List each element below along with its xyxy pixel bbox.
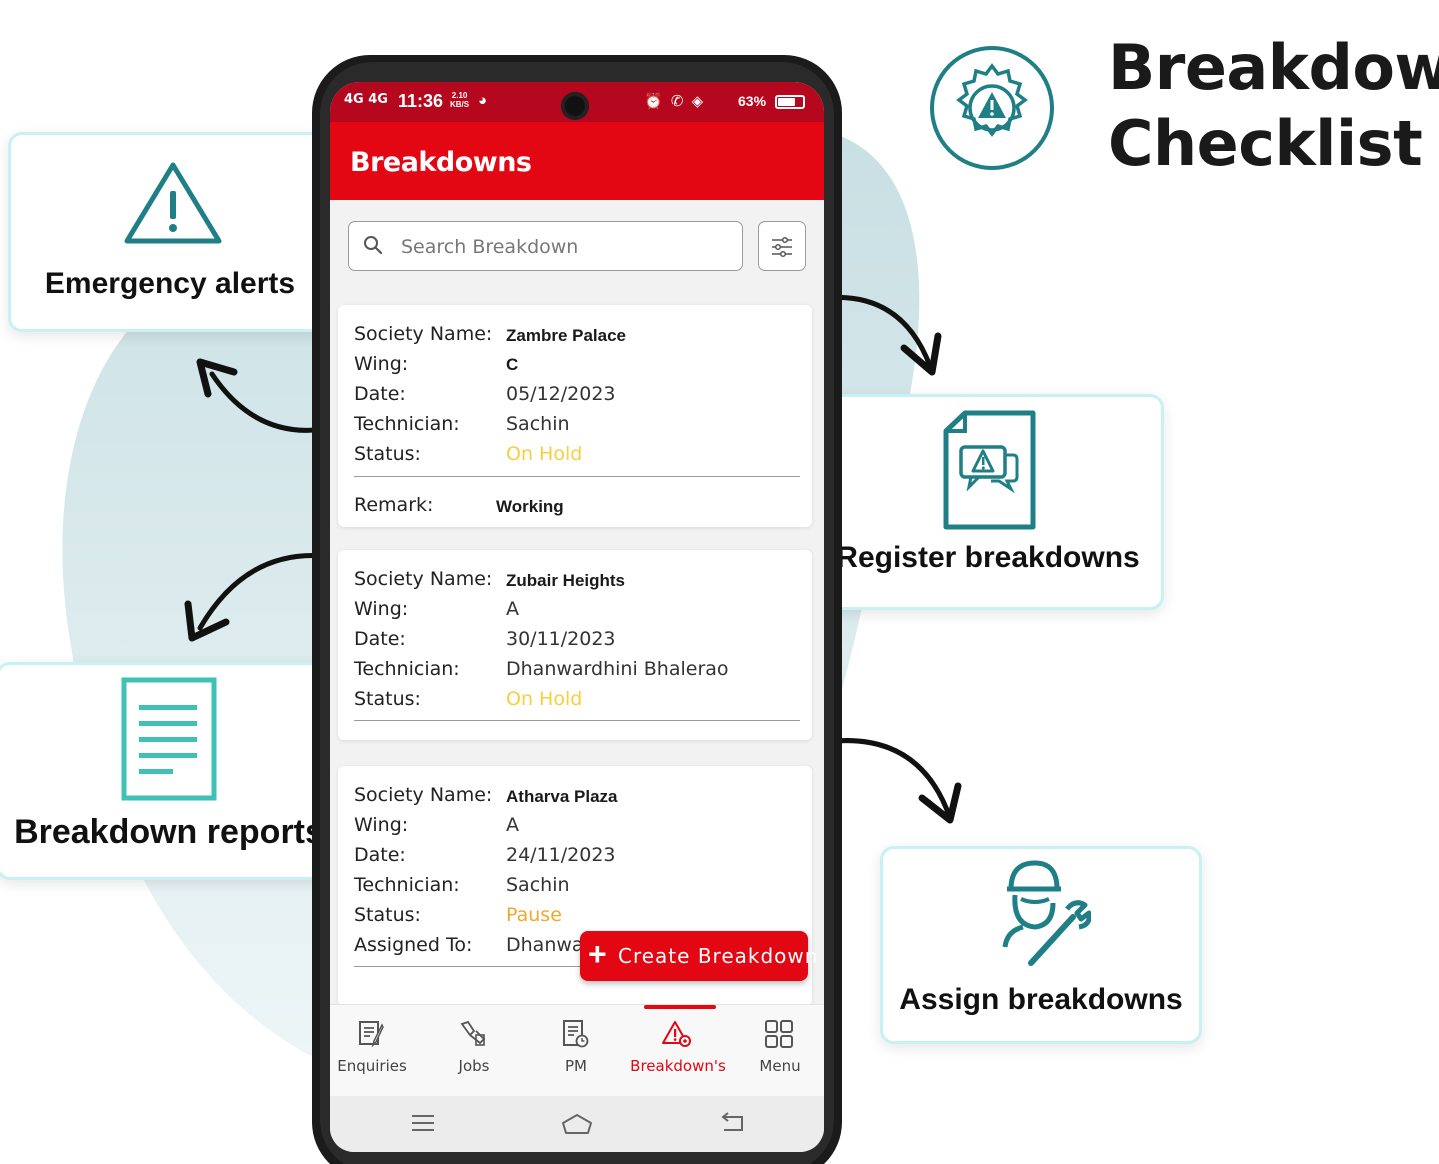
nav-item-pm[interactable]: PM [526, 1005, 626, 1097]
search-input[interactable]: Search Breakdown [348, 221, 743, 271]
card-divider [354, 720, 800, 721]
technician-label: Technician: [354, 658, 460, 680]
pm-icon [563, 1020, 589, 1048]
document-report-icon [121, 677, 217, 801]
society-value: Zambre Palace [506, 326, 627, 345]
date-value: 24/11/2023 [506, 844, 616, 866]
clock: 11:36 [398, 91, 444, 111]
technician-value: Dhanwardhini Bhalerao [506, 658, 729, 680]
society-label: Society Name: [354, 568, 493, 590]
nav-item-menu[interactable]: Menu [730, 1005, 824, 1097]
remark-label: Remark: [354, 494, 434, 516]
nav-item-enquiries[interactable]: Enquiries [330, 1005, 422, 1097]
warning-triangle-icon [124, 162, 222, 244]
society-label: Society Name: [354, 784, 493, 806]
brand-title-line2: Checklist [1108, 107, 1423, 180]
menu-grid-icon [765, 1020, 793, 1048]
home-icon[interactable] [560, 1112, 594, 1136]
assigned-value: Dhanwa [506, 934, 584, 956]
feature-label: Register breakdowns [836, 541, 1140, 574]
plus-icon: + [588, 936, 607, 972]
date-value: 05/12/2023 [506, 383, 616, 405]
recent-apps-icon[interactable] [410, 1112, 436, 1134]
feature-label: Assign breakdowns [899, 983, 1183, 1016]
society-label: Society Name: [354, 323, 493, 345]
wing-value: C [506, 355, 519, 374]
bottom-navigation: Enquiries Jobs PM Breakdown's Menu [330, 1004, 824, 1096]
feature-label: Breakdown reports [14, 813, 324, 851]
feature-card-breakdown-reports: Breakdown reports [0, 662, 342, 880]
back-icon[interactable] [720, 1112, 746, 1134]
card-divider [354, 476, 800, 477]
remark-value: Working [496, 497, 564, 516]
breakdown-list: Search Breakdown Society Name: Zambre Pa… [330, 200, 824, 1006]
brand-title: Breakdown Checklist [1108, 30, 1439, 182]
feature-card-register-breakdowns: Register breakdowns [812, 394, 1164, 610]
wing-value: A [506, 598, 519, 620]
nav-label: Enquiries [337, 1057, 407, 1075]
phone-screen: 4G 4G 11:36 2.10 KB/S ◕ ⏰ ✆ ◈ 63% Breakd… [330, 82, 824, 1152]
wing-label: Wing: [354, 353, 409, 375]
status-icons: ⏰ ✆ ◈ [644, 93, 706, 110]
status-label: Status: [354, 443, 421, 465]
battery-icon [775, 95, 805, 109]
jobs-icon [460, 1020, 486, 1046]
date-label: Date: [354, 383, 406, 405]
technician-wrench-icon [1002, 860, 1091, 966]
status-badge: On Hold [506, 443, 583, 465]
nav-item-breakdowns[interactable]: Breakdown's [628, 1005, 728, 1097]
feature-label: Emergency alerts [44, 267, 296, 300]
status-label: Status: [354, 904, 421, 926]
breakdown-gear-logo-icon [930, 46, 1054, 170]
society-value: Zubair Heights [506, 571, 626, 590]
breakdown-icon [662, 1021, 691, 1047]
page-title: Breakdowns [350, 147, 532, 178]
date-label: Date: [354, 628, 406, 650]
wing-value: A [506, 814, 519, 836]
assigned-label: Assigned To: [354, 934, 473, 956]
nav-item-jobs[interactable]: Jobs [424, 1005, 524, 1097]
create-breakdown-label: Create Breakdown [618, 944, 819, 968]
search-placeholder: Search Breakdown [401, 236, 579, 258]
app-bar: Breakdowns [330, 122, 824, 200]
signal-indicator: 4G 4G [344, 92, 388, 107]
technician-value: Sachin [506, 413, 570, 435]
nav-label: PM [565, 1057, 587, 1075]
network-speed: 2.10 KB/S [450, 91, 470, 109]
status-badge: On Hold [506, 688, 583, 710]
filter-button[interactable] [758, 221, 806, 271]
document-alert-icon [943, 410, 1036, 530]
breakdown-card[interactable]: Society Name: Zubair Heights Wing: A Dat… [338, 550, 812, 740]
card-divider [354, 966, 594, 967]
status-bar: 4G 4G 11:36 2.10 KB/S ◕ ⏰ ✆ ◈ 63% [330, 82, 824, 122]
status-label: Status: [354, 688, 421, 710]
front-camera [561, 92, 589, 120]
system-navigation-bar [330, 1096, 824, 1152]
brand-title-line1: Breakdown [1108, 31, 1439, 104]
society-value: Atharva Plaza [506, 787, 618, 806]
breakdown-card[interactable]: Society Name: Zambre Palace Wing: C Date… [338, 305, 812, 527]
wing-label: Wing: [354, 814, 409, 836]
date-label: Date: [354, 844, 406, 866]
create-breakdown-button[interactable]: + Create Breakdown [580, 931, 817, 981]
feature-card-emergency-alerts: Emergency alerts [8, 132, 332, 332]
nav-label: Breakdown's [630, 1057, 726, 1075]
date-value: 30/11/2023 [506, 628, 616, 650]
technician-value: Sachin [506, 874, 570, 896]
enquiries-icon [359, 1021, 384, 1048]
battery-percent: 63% [738, 93, 767, 109]
nav-label: Jobs [458, 1057, 490, 1075]
data-saver-icon: ◕ [478, 92, 488, 109]
technician-label: Technician: [354, 874, 460, 896]
nav-label: Menu [759, 1057, 801, 1075]
filter-sliders-icon [772, 236, 792, 258]
technician-label: Technician: [354, 413, 460, 435]
wing-label: Wing: [354, 598, 409, 620]
status-badge: Pause [506, 904, 562, 926]
feature-card-assign-breakdowns: Assign breakdowns [880, 846, 1202, 1044]
search-icon [364, 236, 383, 255]
